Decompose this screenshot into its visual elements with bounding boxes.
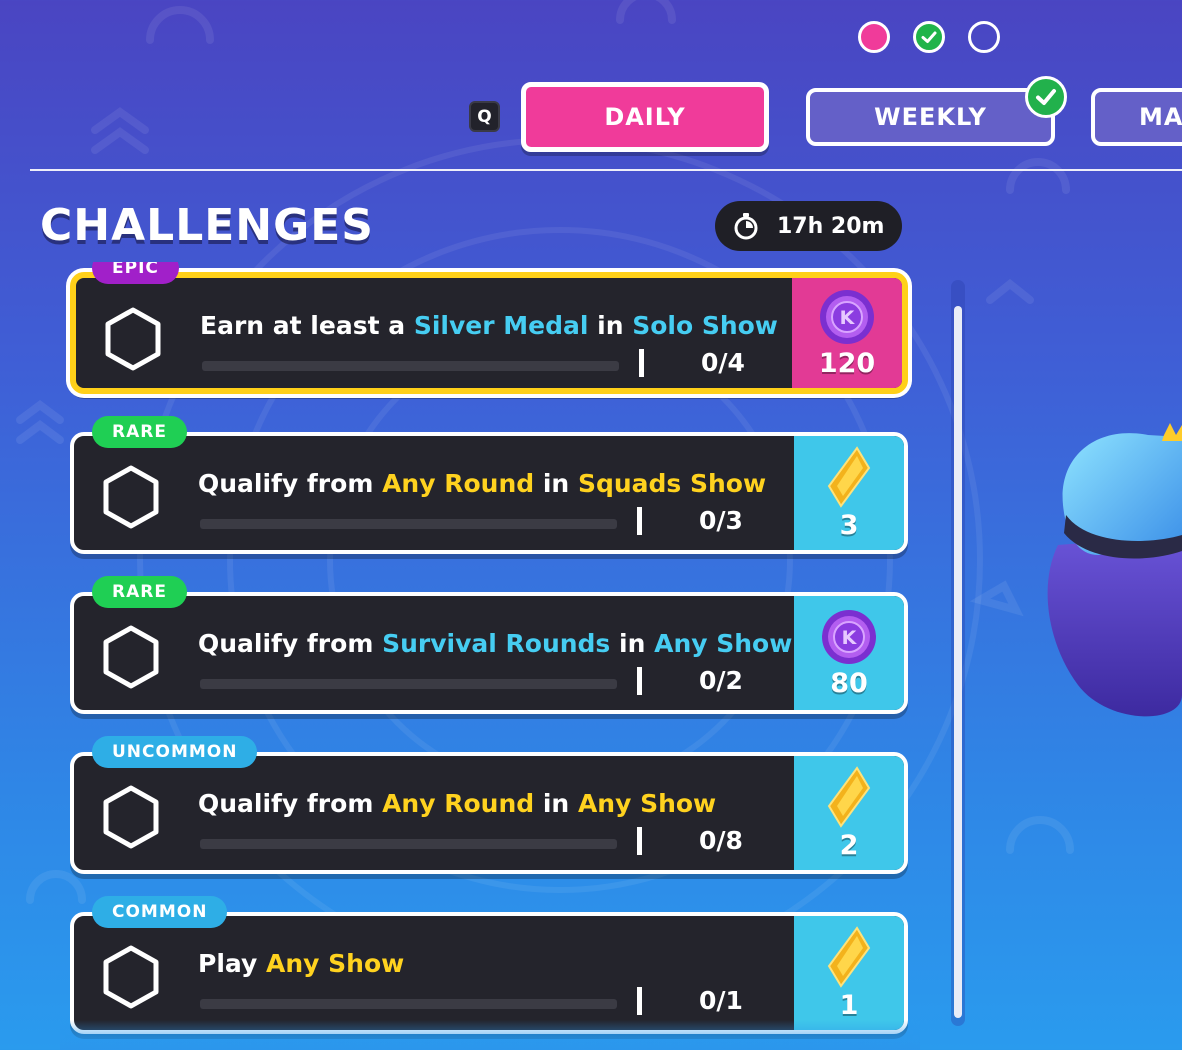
- gem-icon: [827, 445, 871, 508]
- hexagon-checkbox-icon: [103, 465, 159, 529]
- character-illustration: [1047, 423, 1182, 717]
- progress-bar-marker: [639, 349, 644, 377]
- progress-bar: [200, 519, 617, 529]
- progress-bar-marker: [637, 507, 642, 535]
- reward-panel: K 120: [792, 278, 902, 388]
- rarity-badge: COMMON: [92, 896, 228, 928]
- challenge-text: in: [534, 469, 578, 498]
- scrollbar[interactable]: [951, 280, 965, 1026]
- challenge-list[interactable]: EPIC Earn at least a Silver Medal in Sol…: [60, 262, 920, 1050]
- progress-bar-marker: [637, 667, 642, 695]
- scrollbar-thumb[interactable]: [954, 306, 962, 1018]
- challenge-description: Qualify from Survival Rounds in Any Show: [198, 629, 792, 658]
- page-indicator: [858, 21, 1000, 53]
- checkmark-icon: [921, 31, 937, 43]
- progress-bar: [202, 361, 619, 371]
- challenge-description: Play Any Show: [198, 949, 404, 978]
- challenge-card[interactable]: EPIC Earn at least a Silver Medal in Sol…: [70, 262, 908, 394]
- reset-timer: 17h 20m: [715, 201, 902, 251]
- challenge-highlight: Any Show: [266, 949, 405, 978]
- challenge-description: Earn at least a Silver Medal in Solo Sho…: [200, 311, 778, 340]
- challenge-text: Earn at least a: [200, 311, 414, 340]
- progress-count: 0/2: [699, 666, 743, 695]
- reward-panel: 3: [794, 436, 904, 550]
- rarity-badge: RARE: [92, 416, 187, 448]
- svg-text:K: K: [842, 627, 858, 649]
- kudos-coin-icon: K: [822, 609, 876, 664]
- reward-panel: 1: [794, 916, 904, 1030]
- stopwatch-icon: [734, 213, 758, 240]
- progress-bar-marker: [637, 987, 642, 1015]
- page-dot-daily[interactable]: [858, 21, 890, 53]
- tab-more-label: MA: [1139, 103, 1182, 131]
- challenge-highlight: Squads Show: [577, 469, 767, 498]
- kudos-coin-icon: K: [820, 289, 874, 344]
- challenge-card[interactable]: RARE Qualify from Any Round in Squads Sh…: [70, 416, 908, 554]
- rarity-badge: UNCOMMON: [92, 736, 258, 768]
- page-title: CHALLENGES: [40, 200, 374, 251]
- timer-text: 17h 20m: [777, 213, 885, 239]
- rarity-badge: EPIC: [92, 262, 179, 284]
- challenge-text: Qualify from: [198, 629, 383, 658]
- gem-icon: [827, 925, 871, 988]
- challenge-highlight: Any Show: [577, 789, 717, 818]
- reward-panel: K 80: [794, 596, 904, 710]
- gem-icon: [827, 765, 871, 828]
- tab-weekly[interactable]: WEEKLY: [806, 76, 1067, 146]
- reward-amount: 3: [839, 509, 859, 541]
- challenge-text: in: [534, 789, 578, 818]
- challenge-highlight: Any Round: [382, 789, 535, 818]
- header-divider: [30, 169, 1182, 171]
- challenge-highlight: Any Show: [654, 629, 793, 658]
- challenge-highlight: Survival Rounds: [382, 629, 611, 658]
- tab-key-hint: Q: [469, 101, 500, 132]
- reward-amount: 1: [839, 989, 859, 1021]
- svg-text:K: K: [840, 307, 856, 329]
- tab-daily[interactable]: DAILY: [521, 82, 769, 152]
- reward-amount: 2: [839, 829, 859, 861]
- page-dot-weekly[interactable]: [913, 21, 945, 53]
- challenge-text: in: [588, 311, 633, 340]
- progress-bar: [200, 679, 617, 689]
- hexagon-checkbox-icon: [105, 307, 161, 371]
- progress-count: 0/1: [699, 986, 743, 1015]
- tab-daily-label: DAILY: [604, 103, 686, 131]
- hexagon-checkbox-icon: [103, 625, 159, 689]
- challenge-highlight: Silver Medal: [413, 311, 589, 340]
- progress-count: 0/3: [699, 506, 743, 535]
- progress-bar: [200, 839, 617, 849]
- challenge-description: Qualify from Any Round in Any Show: [198, 789, 716, 818]
- completed-badge: [1025, 76, 1067, 118]
- challenge-text: Play: [198, 949, 266, 978]
- progress-count: 0/8: [699, 826, 743, 855]
- challenge-text: Qualify from: [198, 789, 383, 818]
- challenge-description: Qualify from Any Round in Squads Show: [198, 469, 766, 498]
- page-dot-more[interactable]: [968, 21, 1000, 53]
- hexagon-checkbox-icon: [103, 785, 159, 849]
- challenge-highlight: Solo Show: [632, 311, 778, 340]
- reward-panel: 2: [794, 756, 904, 870]
- reward-amount: 80: [830, 667, 868, 699]
- reward-amount: 120: [818, 347, 876, 379]
- tab-more[interactable]: MA: [1091, 88, 1182, 146]
- tab-weekly-label: WEEKLY: [874, 103, 987, 131]
- hexagon-checkbox-icon: [103, 945, 159, 1009]
- progress-bar: [200, 999, 617, 1009]
- challenge-text: Qualify from: [198, 469, 383, 498]
- rarity-badge: RARE: [92, 576, 187, 608]
- progress-count: 0/4: [701, 348, 745, 377]
- challenge-card[interactable]: RARE Qualify from Survival Rounds in Any…: [70, 576, 908, 714]
- checkmark-icon: [1036, 89, 1056, 105]
- challenge-card[interactable]: COMMON Play Any Show 0/1 1: [70, 896, 908, 1034]
- challenge-text: in: [610, 629, 655, 658]
- challenge-highlight: Any Round: [382, 469, 535, 498]
- progress-bar-marker: [637, 827, 642, 855]
- challenge-card[interactable]: UNCOMMON Qualify from Any Round in Any S…: [70, 736, 908, 874]
